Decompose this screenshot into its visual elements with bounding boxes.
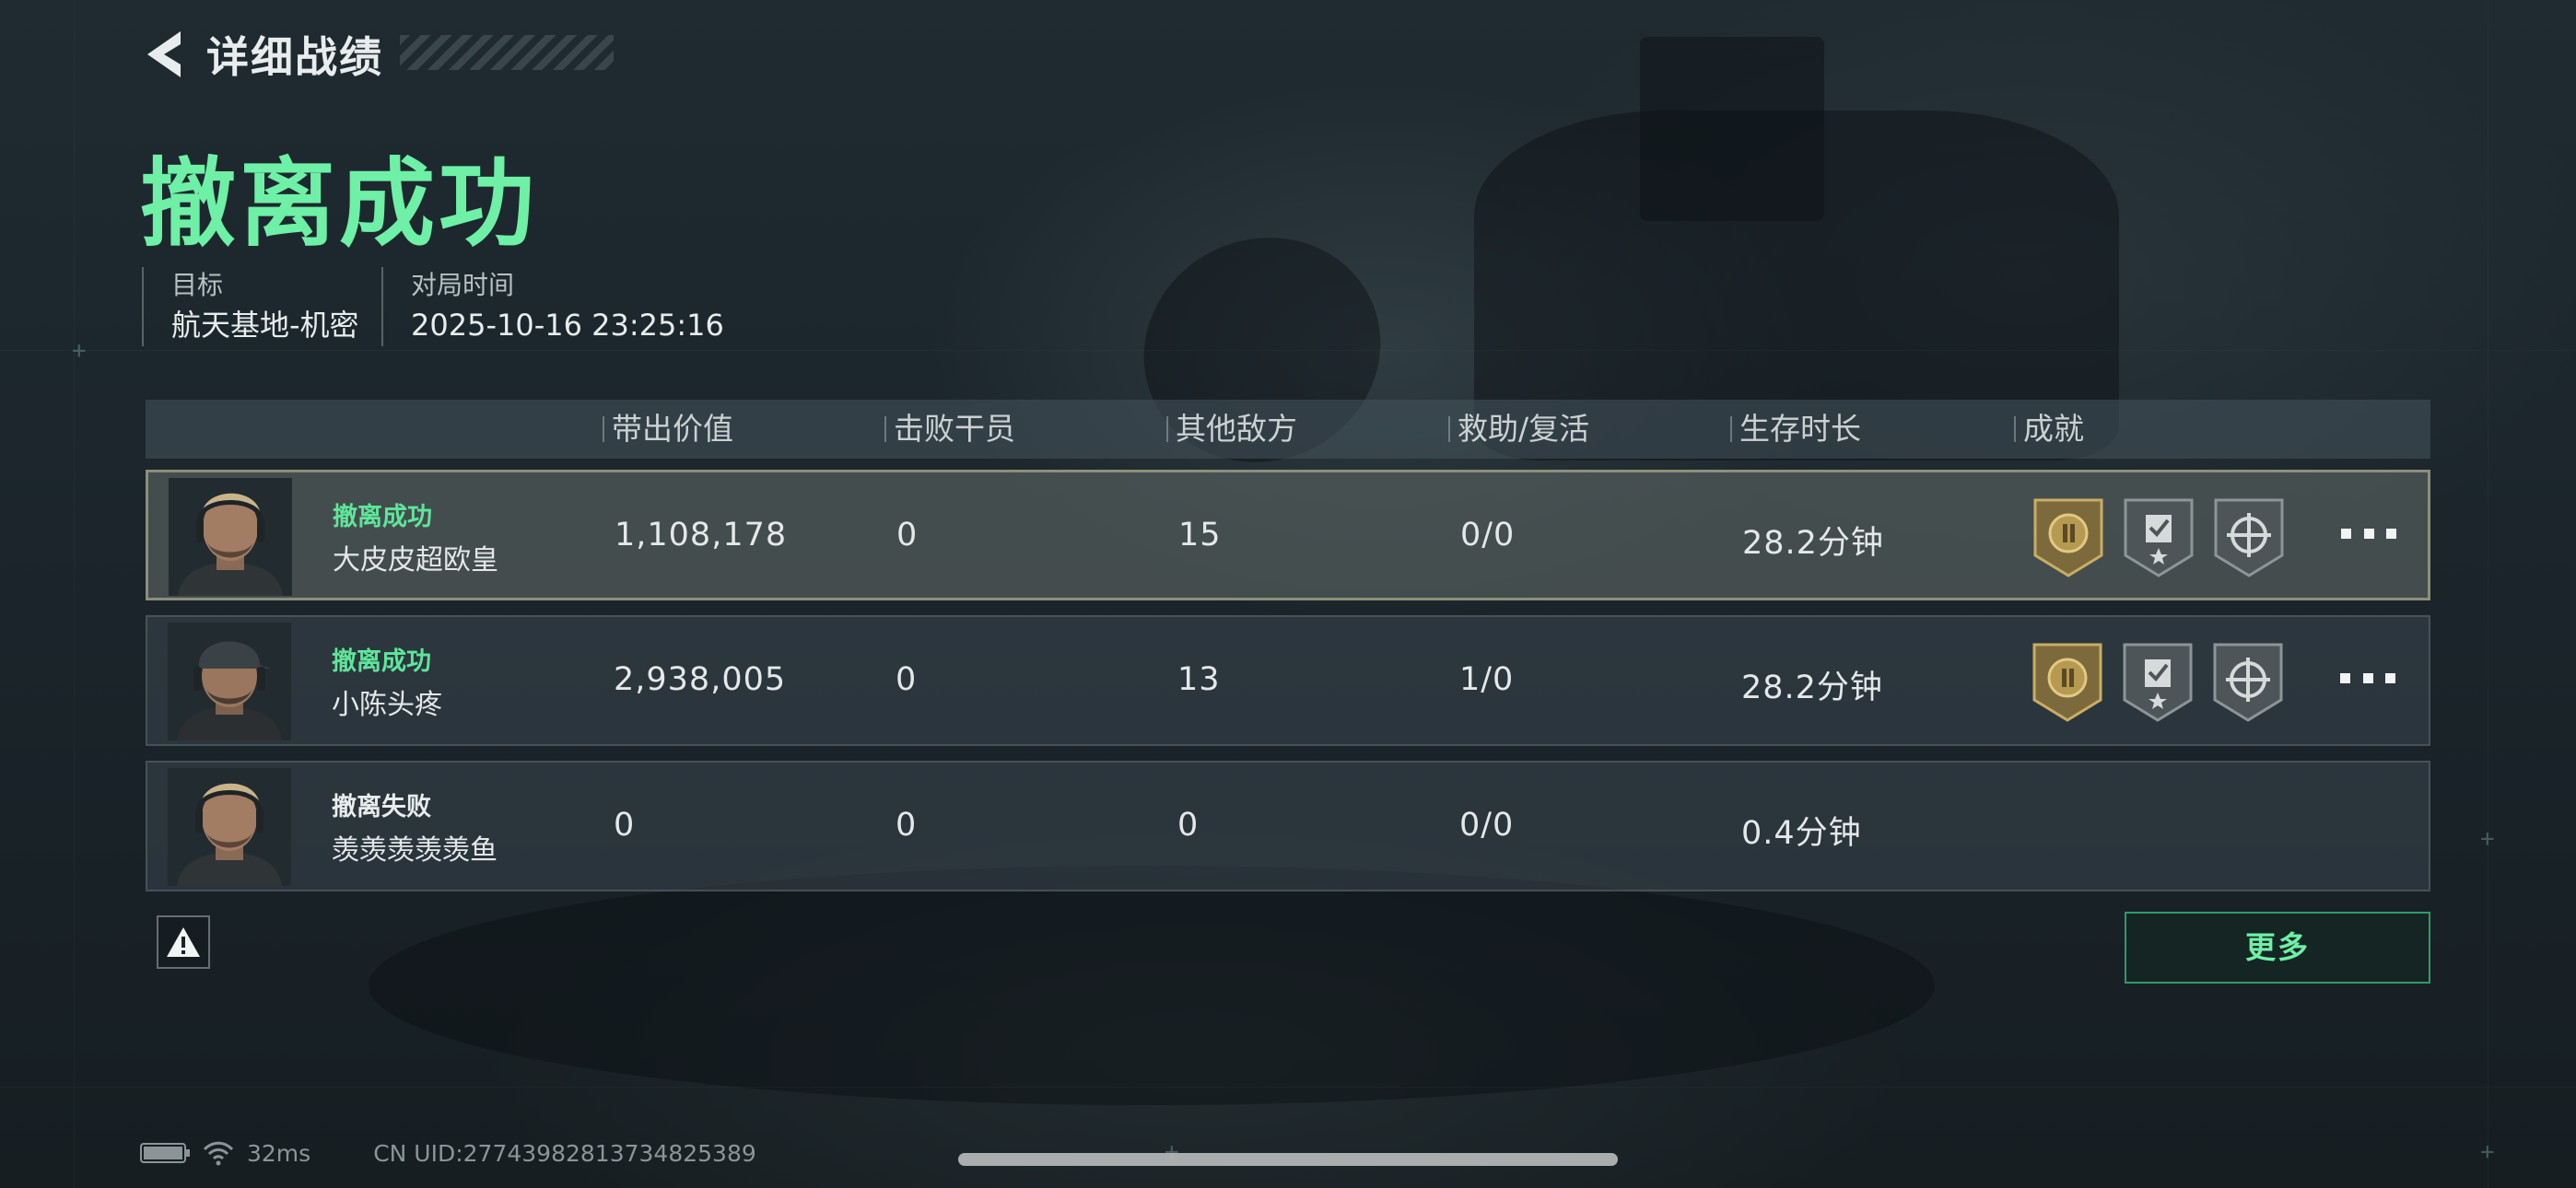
column-header-value: 带出价值 [603, 400, 733, 459]
column-header-achievements: 成就 [2014, 400, 2084, 459]
ping-value: 32ms [247, 1139, 311, 1167]
cell-assist-revive: 0/0 [1459, 807, 1515, 844]
cell-value: 0 [614, 807, 636, 844]
column-header-other-enemies: 其他敌方 [1166, 400, 1297, 459]
meta-target: 目标 航天基地-机密 [142, 267, 359, 346]
uid-text: CN UID:27743982813734825389 [373, 1139, 756, 1167]
gold-laurel-badge-icon[interactable] [2031, 641, 2104, 724]
report-warning-button[interactable] [157, 915, 210, 969]
meta-time: 对局时间 2025-10-16 23:25:16 [381, 267, 724, 346]
warning-icon [167, 927, 200, 957]
table-row[interactable]: 撤离成功 大皮皮超欧皇 1,108,178 0 15 0/0 28.2分钟 [146, 470, 2430, 600]
avatar [168, 768, 291, 886]
column-header-survival: 生存时长 [1730, 400, 1861, 459]
wifi-icon [203, 1141, 234, 1166]
player-status: 撤离成功 [333, 503, 432, 531]
table-header: 带出价值 击败干员 其他敌方 救助/复活 生存时长 成就 [146, 400, 2430, 459]
cell-assist-revive: 0/0 [1460, 517, 1516, 553]
cell-assist-revive: 1/0 [1459, 661, 1515, 698]
cell-kills: 0 [896, 517, 919, 553]
battery-icon [140, 1143, 190, 1163]
cell-value: 1,108,178 [615, 517, 788, 553]
checklist-star-badge-icon[interactable] [2122, 496, 2195, 579]
table-row[interactable]: 撤离成功 小陈头疼 2,938,005 0 13 1/0 28.2分钟 [146, 615, 2430, 746]
header-stripes-decoration [400, 35, 614, 70]
cell-other-enemies: 15 [1178, 517, 1222, 553]
target-value: 航天基地-机密 [171, 308, 359, 343]
checklist-star-badge-icon[interactable] [2121, 641, 2195, 724]
crosshair-badge-icon[interactable] [2212, 496, 2286, 579]
page-title: 详细战绩 [206, 32, 383, 82]
cell-survival: 28.2分钟 [1741, 670, 1883, 706]
player-status: 撤离成功 [332, 647, 431, 676]
player-name: 羡羡羡羡羡鱼 [332, 834, 498, 867]
cell-survival: 28.2分钟 [1742, 525, 1884, 562]
column-header-kills: 击败干员 [884, 400, 1015, 459]
more-options-icon[interactable] [2341, 515, 2396, 552]
cell-other-enemies: 0 [1177, 807, 1200, 844]
table-row[interactable]: 撤离失败 羡羡羡羡羡鱼 0 0 0 0/0 0.4分钟 [146, 761, 2430, 891]
column-header-assist-revive: 救助/复活 [1448, 400, 1589, 459]
player-status: 撤离失败 [332, 793, 431, 821]
more-button[interactable]: 更多 [2125, 912, 2430, 984]
player-name: 大皮皮超欧皇 [333, 544, 498, 577]
cell-value: 2,938,005 [614, 661, 787, 698]
avatar [168, 623, 291, 740]
cell-survival: 0.4分钟 [1741, 815, 1862, 852]
target-label: 目标 [171, 270, 224, 300]
more-options-icon[interactable] [2340, 659, 2395, 696]
time-label: 对局时间 [411, 270, 515, 300]
back-arrow-icon[interactable] [140, 28, 190, 81]
home-indicator[interactable] [958, 1153, 1618, 1166]
time-value: 2025-10-16 23:25:16 [411, 308, 724, 343]
player-name: 小陈头疼 [332, 689, 442, 721]
result-title: 撤离成功 [140, 147, 539, 260]
status-footer: 32ms CN UID:27743982813734825389 [140, 1135, 756, 1171]
crosshair-badge-icon[interactable] [2211, 641, 2285, 724]
cell-other-enemies: 13 [1177, 661, 1221, 698]
gold-laurel-badge-icon[interactable] [2032, 496, 2105, 579]
cell-kills: 0 [896, 661, 918, 698]
page-header: 详细战绩 [140, 22, 614, 87]
cell-kills: 0 [896, 807, 918, 844]
avatar [169, 478, 292, 596]
